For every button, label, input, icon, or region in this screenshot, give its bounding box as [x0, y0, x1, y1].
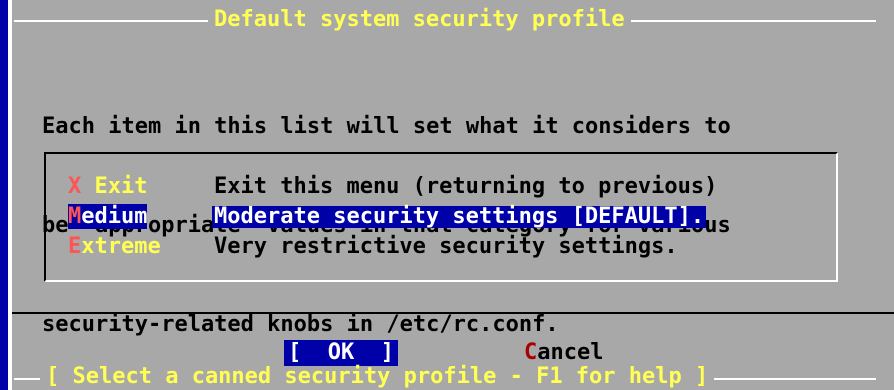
hotkey: X [68, 174, 82, 199]
menu-item-description: Exit this menu (returning to previous) [214, 174, 718, 199]
menu-item-description: Moderate security settings [DEFAULT]. [212, 204, 707, 229]
menu-item-description: Very restrictive security settings. [214, 234, 678, 259]
menu-tag-exit: X Exit [68, 176, 212, 198]
cancel-button[interactable]: Cancel [524, 342, 603, 364]
ok-button[interactable]: [ OK ] [284, 340, 398, 366]
tag-text: Exit [81, 174, 148, 199]
cancel-label: ancel [537, 340, 604, 365]
tag-text: edium [81, 204, 148, 229]
dialog-title: Default system security profile [208, 9, 631, 31]
menu-tag-extreme: Extreme [68, 236, 212, 258]
hotkey: E [68, 234, 82, 259]
hotkey: M [68, 204, 82, 229]
status-hint: [ Select a canned security profile - F1 … [40, 366, 715, 388]
description-line: Each item in this list will set what it … [42, 114, 731, 139]
menu-item-exit[interactable]: X Exit Exit this menu (returning to prev… [68, 174, 719, 200]
button-separator [12, 312, 894, 314]
menu-item-medium[interactable]: Medium Moderate security settings [DEFAU… [68, 204, 707, 230]
menu-tag-medium: Medium [68, 204, 212, 229]
menu-item-extreme[interactable]: Extreme Very restrictive security settin… [68, 234, 680, 260]
menu-list-box: X Exit Exit this menu (returning to prev… [44, 152, 838, 282]
tag-text: xtreme [81, 234, 161, 259]
terminal-screen: Default system security profile Each ite… [0, 0, 894, 390]
hotkey: C [524, 340, 538, 365]
security-profile-dialog: Default system security profile Each ite… [8, 0, 894, 390]
